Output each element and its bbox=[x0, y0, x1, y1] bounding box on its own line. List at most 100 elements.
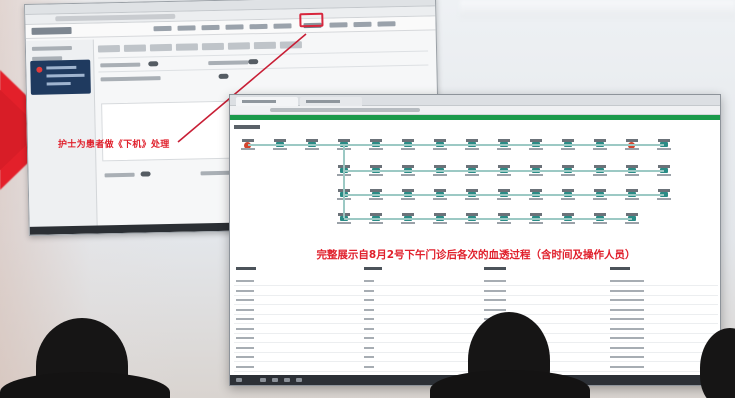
node-sub bbox=[561, 222, 575, 224]
table-cell bbox=[364, 337, 374, 339]
table-cell bbox=[236, 289, 254, 292]
annotation-label: 护士为患者做《下机》处理 bbox=[58, 140, 170, 150]
table-row[interactable] bbox=[234, 296, 718, 305]
table-row[interactable] bbox=[234, 306, 718, 315]
node-sub bbox=[497, 222, 511, 224]
node-sub bbox=[369, 174, 383, 176]
table-cell bbox=[364, 308, 374, 311]
table-cell bbox=[364, 280, 374, 282]
node-sub bbox=[401, 222, 415, 224]
table-cell bbox=[610, 308, 644, 311]
taskbar-icon[interactable] bbox=[296, 378, 302, 382]
browser-tab[interactable] bbox=[300, 97, 362, 106]
table-cell bbox=[364, 299, 374, 301]
table-cell bbox=[236, 327, 254, 330]
node-sub bbox=[657, 198, 671, 200]
highlight-box bbox=[299, 12, 324, 28]
table-cell bbox=[364, 327, 374, 330]
table-cell bbox=[236, 318, 254, 320]
app-logo bbox=[31, 27, 72, 35]
node-sub bbox=[465, 148, 479, 150]
table-row[interactable] bbox=[234, 277, 718, 286]
nav-item[interactable] bbox=[329, 22, 348, 28]
node-sub bbox=[625, 222, 639, 224]
table-cell bbox=[610, 365, 644, 368]
toggle-switch[interactable] bbox=[140, 171, 151, 177]
divider bbox=[98, 64, 429, 73]
node-sub bbox=[497, 198, 511, 200]
nav-item[interactable] bbox=[249, 23, 268, 30]
toolbar-button[interactable] bbox=[97, 45, 121, 53]
table-cell bbox=[484, 289, 506, 292]
node-sub bbox=[625, 198, 639, 200]
table-header bbox=[234, 265, 718, 273]
node-sub bbox=[273, 148, 287, 150]
table-cell bbox=[364, 365, 374, 368]
table-cell bbox=[364, 318, 374, 320]
node-sub bbox=[497, 148, 511, 150]
table-row[interactable] bbox=[234, 315, 718, 324]
browser-tabs bbox=[230, 95, 720, 106]
table-cell bbox=[484, 280, 506, 282]
taskbar-icon[interactable] bbox=[284, 378, 290, 382]
column-header bbox=[610, 267, 630, 270]
nav-item[interactable] bbox=[201, 24, 220, 31]
column-header bbox=[364, 267, 382, 270]
browser-address-bar[interactable] bbox=[230, 106, 720, 115]
form-label bbox=[100, 62, 141, 68]
nav-item[interactable] bbox=[377, 21, 396, 27]
toolbar-button[interactable] bbox=[123, 44, 147, 52]
node-sub bbox=[433, 174, 447, 176]
table-cell bbox=[236, 346, 254, 349]
toolbar-button[interactable] bbox=[253, 41, 276, 50]
node-sub bbox=[465, 198, 479, 200]
node-sub bbox=[593, 148, 607, 150]
flow-connector bbox=[343, 144, 345, 218]
toolbar-button[interactable] bbox=[175, 43, 199, 51]
toggle-switch[interactable] bbox=[248, 59, 259, 65]
form-label bbox=[200, 170, 231, 176]
process-flow-diagram bbox=[230, 133, 720, 251]
node-sub bbox=[561, 174, 575, 176]
status-dot-icon bbox=[36, 66, 43, 73]
card-line bbox=[46, 73, 85, 78]
form-label bbox=[100, 76, 161, 82]
taskbar-icon[interactable] bbox=[260, 378, 266, 382]
flow-connector bbox=[344, 170, 664, 172]
taskbar-icon[interactable] bbox=[272, 378, 278, 382]
node-sub bbox=[433, 148, 447, 150]
node-sub bbox=[369, 198, 383, 200]
table-cell bbox=[610, 280, 644, 282]
nav-item[interactable] bbox=[273, 23, 292, 29]
table-cell bbox=[236, 337, 254, 339]
section-heading bbox=[234, 125, 260, 129]
node-sub bbox=[433, 198, 447, 200]
toggle-switch[interactable] bbox=[148, 61, 159, 67]
start-icon[interactable] bbox=[236, 378, 242, 382]
toolbar-button[interactable] bbox=[227, 42, 250, 50]
toolbar-button[interactable] bbox=[201, 42, 225, 51]
nav-item[interactable] bbox=[177, 25, 196, 31]
form-label bbox=[208, 60, 249, 66]
nav-item[interactable] bbox=[225, 24, 244, 30]
toolbar-button[interactable] bbox=[149, 43, 173, 52]
table-cell bbox=[236, 356, 254, 358]
node-sub bbox=[593, 198, 607, 200]
toggle-switch[interactable] bbox=[218, 73, 229, 79]
node-sub bbox=[401, 198, 415, 200]
node-sub bbox=[433, 222, 447, 224]
flow-connector bbox=[344, 218, 632, 220]
browser-tab[interactable] bbox=[236, 97, 298, 106]
nav-item[interactable] bbox=[353, 21, 372, 28]
node-sub bbox=[625, 174, 639, 176]
node-sub bbox=[593, 174, 607, 176]
table-row[interactable] bbox=[234, 287, 718, 296]
table-cell bbox=[236, 365, 254, 368]
node-sub bbox=[529, 222, 543, 224]
nav-item[interactable] bbox=[153, 25, 172, 32]
toolbar bbox=[97, 38, 434, 55]
toolbar-button[interactable] bbox=[279, 41, 302, 49]
caption-text: 完整展示自8月2号下午门诊后各次的血透过程（含时间及操作人员） bbox=[316, 249, 636, 261]
table-cell bbox=[610, 356, 644, 358]
patient-card[interactable] bbox=[30, 59, 91, 95]
